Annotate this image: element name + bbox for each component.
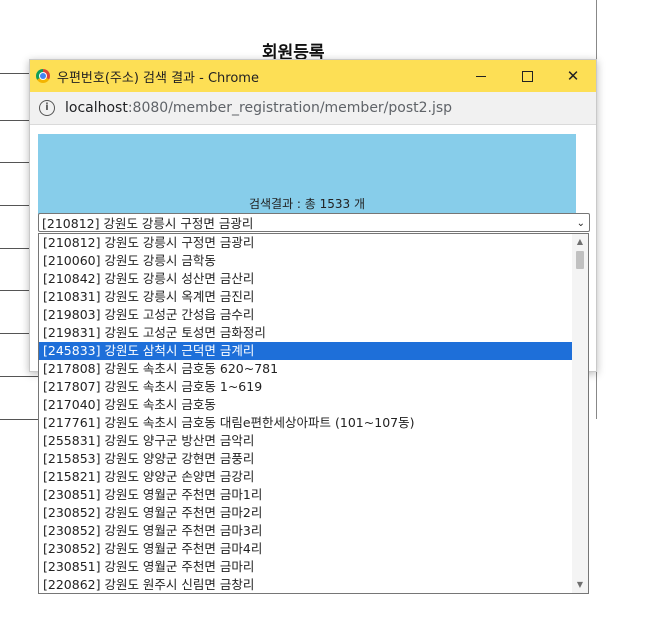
scroll-thumb[interactable] (576, 251, 584, 269)
window-title: 우편번호(주소) 검색 결과 - Chrome (57, 70, 259, 86)
url-path: :8080/member_registration/member/post2.j… (127, 100, 453, 116)
close-button[interactable]: ✕ (550, 60, 596, 92)
result-summary: 검색결과 : 총 1533 개 (248, 197, 366, 211)
close-icon: ✕ (566, 67, 580, 85)
dropdown-option[interactable]: [215821] 강원도 양양군 손양면 금강리 (39, 468, 573, 486)
dropdown-option[interactable]: [220862] 강원도 원주시 신림면 금창리 (39, 576, 573, 593)
dropdown-option[interactable]: [210812] 강원도 강릉시 구정면 금광리 (39, 234, 573, 252)
dropdown-option[interactable]: [219831] 강원도 고성군 토성면 금화정리 (39, 324, 573, 342)
dropdown-option[interactable]: [217040] 강원도 속초시 금호동 (39, 396, 573, 414)
form-line (0, 120, 29, 121)
select-value: [210812] 강원도 강릉시 구정면 금광리 (42, 216, 254, 231)
dropdown-option[interactable]: [210842] 강원도 강릉시 성산면 금산리 (39, 270, 573, 288)
dropdown-list[interactable]: [210812] 강원도 강릉시 구정면 금광리 [210060] 강원도 강릉시… (38, 233, 589, 594)
url-text: localhost:8080/member_registration/membe… (65, 100, 452, 116)
dropdown-option[interactable]: [210831] 강원도 강릉시 옥계면 금진리 (39, 288, 573, 306)
result-panel: 검색결과 : 총 1533 개 (38, 134, 576, 214)
dropdown-option[interactable]: [217807] 강원도 속초시 금호동 1~619 (39, 378, 573, 396)
address-select[interactable]: [210812] 강원도 강릉시 구정면 금광리 ⌄ (38, 213, 590, 232)
form-line (0, 73, 29, 74)
form-line (0, 376, 38, 377)
url-host: localhost (65, 100, 128, 116)
dropdown-option[interactable]: [217808] 강원도 속초시 금호동 620~781 (39, 360, 573, 378)
dropdown-option[interactable]: [230852] 강원도 영월군 주천면 금마2리 (39, 504, 573, 522)
minimize-button[interactable] (458, 60, 504, 92)
dropdown-option[interactable]: [230851] 강원도 영월군 주천면 금마리 (39, 558, 573, 576)
chevron-down-icon: ⌄ (576, 218, 585, 229)
minimize-icon (476, 75, 486, 77)
dropdown-option[interactable]: [230851] 강원도 영월군 주천면 금마1리 (39, 486, 573, 504)
dropdown-option[interactable]: [255831] 강원도 양구군 방산면 금악리 (39, 432, 573, 450)
dropdown-option[interactable]: [245833] 강원도 삼척시 근덕면 금계리 (39, 342, 573, 360)
chrome-icon (36, 69, 50, 83)
maximize-icon (521, 70, 533, 82)
dropdown-option[interactable]: [219803] 강원도 고성군 간성읍 금수리 (39, 306, 573, 324)
scroll-down-arrow-icon[interactable]: ▼ (572, 578, 588, 592)
scrollbar[interactable]: ▲ ▼ (572, 234, 588, 593)
form-line (0, 419, 38, 420)
dropdown-option[interactable]: [215853] 강원도 양양군 강현면 금풍리 (39, 450, 573, 468)
form-line (0, 205, 29, 206)
dropdown-option[interactable]: [217761] 강원도 속초시 금호동 대림e편한세상아파트 (101~107… (39, 414, 573, 432)
maximize-button[interactable] (504, 60, 550, 92)
options-container: [210812] 강원도 강릉시 구정면 금광리 [210060] 강원도 강릉시… (39, 234, 588, 593)
scroll-up-arrow-icon[interactable]: ▲ (572, 235, 588, 249)
window-titlebar[interactable]: 우편번호(주소) 검색 결과 - Chrome ✕ (30, 60, 596, 92)
form-line (0, 162, 29, 163)
window-controls: ✕ (458, 60, 596, 92)
dropdown-option[interactable]: [230852] 강원도 영월군 주천면 금마4리 (39, 540, 573, 558)
address-bar[interactable]: i localhost:8080/member_registration/mem… (30, 92, 596, 125)
dropdown-option[interactable]: [210060] 강원도 강릉시 금학동 (39, 252, 573, 270)
dropdown-option[interactable]: [230852] 강원도 영월군 주천면 금마3리 (39, 522, 573, 540)
info-icon[interactable]: i (39, 100, 55, 116)
